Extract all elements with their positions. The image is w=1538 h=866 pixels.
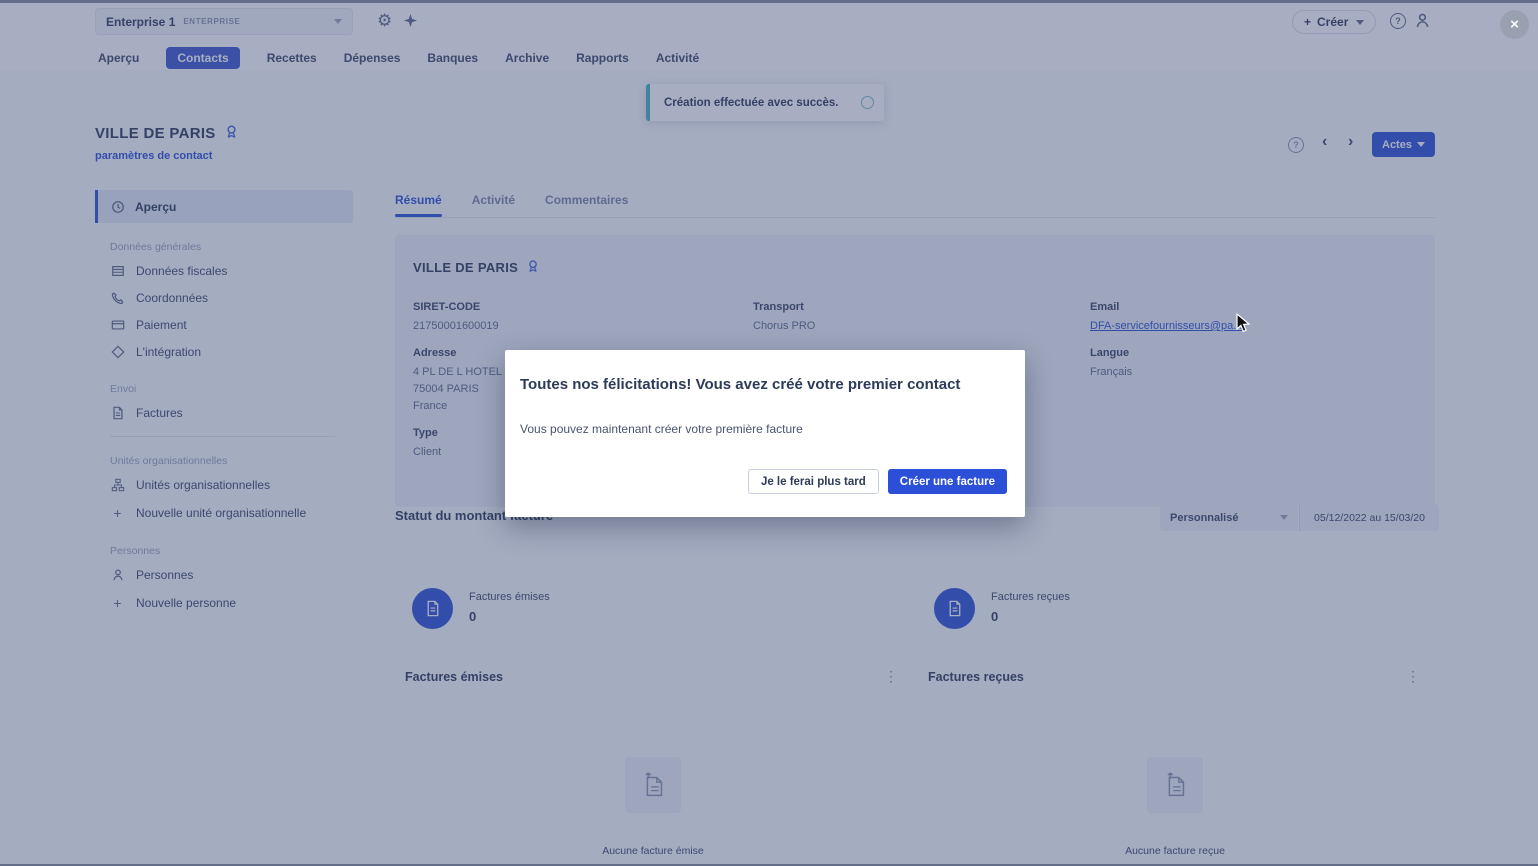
- modal-body: Vous pouvez maintenant créer votre premi…: [520, 422, 803, 436]
- congratulations-modal: Toutes nos félicitations! Vous avez créé…: [505, 350, 1025, 517]
- app-screen: Enterprise 1 ENTERPRISE ⚙ + Créer ? Aper…: [0, 0, 1538, 866]
- later-button[interactable]: Je le ferai plus tard: [748, 469, 879, 494]
- modal-actions: Je le ferai plus tard Créer une facture: [748, 469, 1007, 494]
- window-top-edge: [0, 0, 1538, 3]
- create-invoice-button[interactable]: Créer une facture: [888, 469, 1007, 494]
- mouse-cursor: [1234, 313, 1254, 338]
- modal-title: Toutes nos félicitations! Vous avez créé…: [520, 376, 1010, 393]
- close-icon[interactable]: ×: [1500, 10, 1529, 39]
